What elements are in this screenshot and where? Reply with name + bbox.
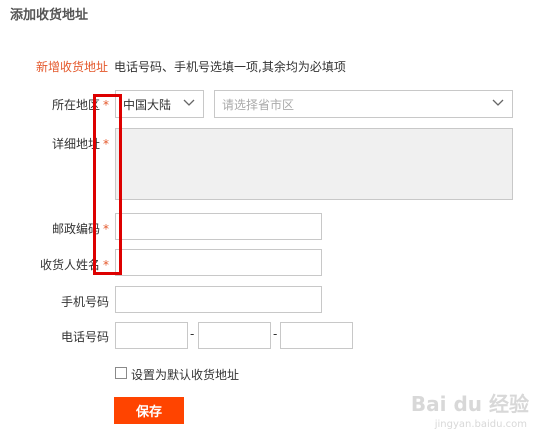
- phone-separator: -: [190, 327, 195, 341]
- phone-extension-input[interactable]: [280, 322, 353, 349]
- address-textarea[interactable]: [115, 128, 513, 200]
- mobile-input[interactable]: [115, 286, 322, 313]
- chevron-down-icon: [492, 99, 504, 106]
- phone-label: 电话号码: [60, 330, 109, 344]
- recipient-input[interactable]: [115, 249, 322, 276]
- watermark-url: jingyan.baidu.com: [434, 419, 527, 430]
- phone-separator: -: [273, 327, 278, 341]
- phone-area-code-input[interactable]: [115, 322, 188, 349]
- country-select-value: 中国大陆: [123, 97, 172, 112]
- mobile-label: 手机号码: [60, 295, 109, 309]
- country-select[interactable]: 中国大陆: [115, 90, 204, 118]
- save-button[interactable]: 保存: [114, 397, 184, 424]
- default-address-label[interactable]: 设置为默认收货地址: [131, 366, 239, 383]
- recipient-label-text: 收货人姓名: [39, 258, 100, 272]
- page-title: 添加收货地址: [10, 8, 89, 23]
- form-hint: 电话号码、手机号选填一项,其余均为必填项: [114, 60, 346, 74]
- postcode-input[interactable]: [115, 213, 322, 240]
- new-address-label: 新增收货地址: [36, 60, 109, 74]
- chevron-down-icon: [183, 99, 195, 106]
- phone-number-input[interactable]: [198, 322, 271, 349]
- province-select[interactable]: 请选择省市区: [214, 90, 513, 118]
- default-address-checkbox[interactable]: [115, 367, 127, 379]
- province-select-placeholder: 请选择省市区: [222, 97, 295, 112]
- annotation-highlight-box: [93, 94, 122, 275]
- watermark-logo: Bai du 经验: [410, 392, 529, 416]
